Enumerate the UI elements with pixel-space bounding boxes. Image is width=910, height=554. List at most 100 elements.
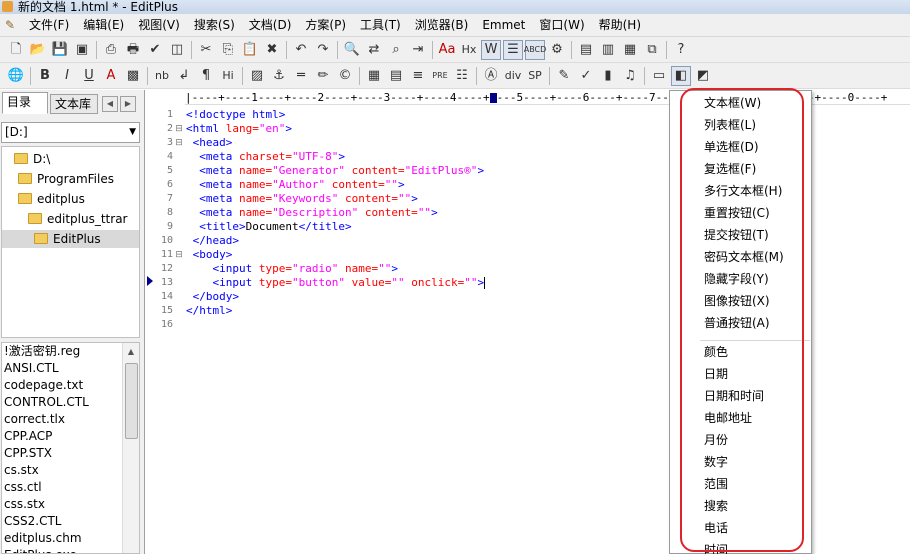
save-icon[interactable]: 💾 (50, 40, 70, 60)
list-view-icon[interactable]: ▤ (576, 40, 596, 60)
tab-directory[interactable]: 目录 (2, 92, 48, 114)
tab-scroll-left-icon[interactable]: ◀ (102, 96, 118, 112)
form-icon[interactable]: ✎ (554, 66, 574, 86)
cliptext-icon[interactable]: ▦ (620, 40, 640, 60)
italic-icon[interactable]: I (57, 66, 77, 86)
code-line[interactable]: <head> (186, 136, 485, 150)
menu-item[interactable]: 窗口(W) (539, 14, 584, 37)
code-line[interactable]: <meta charset="UTF-8"> (186, 150, 485, 164)
file-list-item[interactable]: CONTROL.CTL (2, 394, 139, 411)
code-area[interactable]: <!doctype html> <html lang="en"> <head> <… (186, 108, 486, 332)
heading-icon[interactable]: Hi (218, 66, 238, 86)
file-list-scrollbar[interactable]: ▲ (122, 343, 139, 553)
music-icon[interactable]: ♫ (620, 66, 640, 86)
print-preview-icon[interactable]: ⎙ (101, 40, 121, 60)
hr-icon[interactable]: ═ (291, 66, 311, 86)
paragraph-icon[interactable]: ¶ (196, 66, 216, 86)
code-line[interactable]: <meta name="Generator" content="EditPlus… (186, 164, 485, 178)
globe-icon[interactable]: 🌐 (6, 66, 26, 86)
code-line[interactable]: </html> (186, 304, 485, 318)
fold-toggle-icon[interactable]: ⊟ (173, 248, 185, 262)
list-icon[interactable]: ☷ (452, 66, 472, 86)
code-line[interactable]: <input type="radio" name=""> (186, 262, 485, 276)
code-line[interactable]: </body> (186, 290, 485, 304)
code-line[interactable]: <meta name="Keywords" content=""> (186, 192, 485, 206)
file-list-item[interactable]: EditPlus.exe (2, 547, 139, 553)
template-icon[interactable]: ◩ (693, 66, 713, 86)
span-icon[interactable]: SP (525, 66, 545, 86)
save-all-icon[interactable]: ▣ (72, 40, 92, 60)
new-file-icon[interactable]: 🗋 (6, 40, 26, 60)
folder-tree-item[interactable]: editplus_ttrar (28, 210, 127, 228)
delete-icon[interactable]: ✖ (262, 40, 282, 60)
browser-preview-icon[interactable]: ◫ (167, 40, 187, 60)
scroll-up-icon[interactable]: ▲ (123, 343, 139, 360)
file-list-item[interactable]: ANSI.CTL (2, 360, 139, 377)
image-icon[interactable]: ▨ (247, 66, 267, 86)
drive-select[interactable]: [D:] ▼ (1, 122, 140, 143)
find-in-files-icon[interactable]: ⌕ (386, 40, 406, 60)
paste-icon[interactable]: 📋 (240, 40, 260, 60)
open-folder-icon[interactable]: 📂 (28, 40, 48, 60)
menu-item[interactable]: 浏览器(B) (415, 14, 469, 37)
tab-cliptext[interactable]: 文本库 (50, 94, 98, 114)
fold-toggle-icon[interactable]: ⊟ (173, 122, 185, 136)
comment-icon[interactable]: © (335, 66, 355, 86)
file-list-item[interactable]: codepage.txt (2, 377, 139, 394)
file-list-item[interactable]: CPP.ACP (2, 428, 139, 445)
file-list-item[interactable]: cs.stx (2, 462, 139, 479)
file-list-item[interactable]: css.ctl (2, 479, 139, 496)
input-icon[interactable]: ▭ (649, 66, 669, 86)
line-break-icon[interactable]: ↲ (174, 66, 194, 86)
find-icon[interactable]: 🔍 (342, 40, 362, 60)
folder-tree-item[interactable]: EditPlus (2, 230, 139, 248)
menu-item[interactable]: 文档(D) (249, 14, 292, 37)
code-line[interactable]: <body> (186, 248, 485, 262)
font-icon[interactable]: Aa (437, 40, 457, 60)
line-number-icon[interactable]: ☰ (503, 40, 523, 60)
code-line[interactable]: </head> (186, 234, 485, 248)
file-list-item[interactable]: correct.tlx (2, 411, 139, 428)
file-list-item[interactable]: !激活密钥.reg (2, 343, 139, 360)
output-window-icon[interactable]: ▥ (598, 40, 618, 60)
file-list-item[interactable]: css.stx (2, 496, 139, 513)
tab-scroll-right-icon[interactable]: ▶ (120, 96, 136, 112)
underline-icon[interactable]: U (79, 66, 99, 86)
print-icon[interactable]: 🖶 (123, 40, 143, 60)
menu-item[interactable]: 编辑(E) (83, 14, 124, 37)
word-wrap-icon[interactable]: W (481, 40, 501, 60)
hex-icon[interactable]: Hx (459, 40, 479, 60)
help-icon[interactable]: ? (671, 40, 691, 60)
code-line[interactable]: <html lang="en"> (186, 122, 485, 136)
folder-tree-item[interactable]: editplus (18, 190, 85, 208)
div-icon[interactable]: div (503, 66, 523, 86)
code-line[interactable] (186, 318, 485, 332)
fold-toggle-icon[interactable]: ⊟ (173, 136, 185, 150)
code-line[interactable]: <meta name="Description" content=""> (186, 206, 485, 220)
table-icon[interactable]: ▦ (364, 66, 384, 86)
highlight-icon[interactable]: ✏ (313, 66, 333, 86)
anchor-icon[interactable]: ⚓ (269, 66, 289, 86)
spell-check-icon[interactable]: ✔ (145, 40, 165, 60)
nbsp-icon[interactable]: nb (152, 66, 172, 86)
align-icon[interactable]: ≡ (408, 66, 428, 86)
menu-item[interactable]: 搜索(S) (194, 14, 235, 37)
cut-icon[interactable]: ✂ (196, 40, 216, 60)
settings-icon[interactable]: ⚙ (547, 40, 567, 60)
menu-item[interactable]: 文件(F) (29, 14, 69, 37)
copy-icon[interactable]: ⎘ (218, 40, 238, 60)
table-row-icon[interactable]: ▤ (386, 66, 406, 86)
goto-line-icon[interactable]: ⇥ (408, 40, 428, 60)
column-select-icon[interactable]: ABCD (524, 40, 546, 60)
folder-tree-item[interactable]: ProgramFiles (18, 170, 114, 188)
replace-icon[interactable]: ⇄ (364, 40, 384, 60)
file-list-item[interactable]: editplus.chm (2, 530, 139, 547)
folder-tree-item[interactable]: D:\ (14, 150, 50, 168)
form-controls-icon[interactable]: ◧ (671, 66, 691, 86)
new-window-icon[interactable]: ⧉ (642, 40, 662, 60)
file-list-item[interactable]: CSS2.CTL (2, 513, 139, 530)
code-line[interactable]: <!doctype html> (186, 108, 485, 122)
menu-item[interactable]: 视图(V) (138, 14, 180, 37)
bold-icon[interactable]: B (35, 66, 55, 86)
menu-item[interactable]: 帮助(H) (599, 14, 641, 37)
